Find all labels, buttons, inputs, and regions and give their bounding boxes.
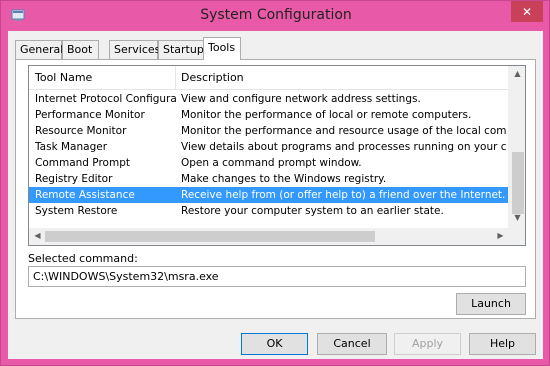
list-item[interactable]: Internet Protocol Configurat... View and…: [29, 91, 509, 107]
list-item-selected[interactable]: Remote Assistance Receive help from (or …: [29, 187, 509, 203]
close-button[interactable]: ✕: [511, 1, 543, 22]
list-item[interactable]: Performance Monitor Monitor the performa…: [29, 107, 509, 123]
list-item[interactable]: Command Prompt Open a command prompt win…: [29, 155, 509, 171]
tool-description: Monitor the performance of local or remo…: [181, 109, 472, 121]
scroll-right-arrow-icon[interactable]: ▶: [492, 231, 509, 240]
selected-command-label: Selected command:: [28, 252, 138, 265]
selected-command-field[interactable]: C:\WINDOWS\System32\msra.exe: [28, 266, 526, 287]
dialog-client-area: General Boot Services Startup Tools Tool…: [8, 31, 543, 359]
tab-startup[interactable]: Startup: [158, 40, 204, 59]
tool-description: Make changes to the Windows registry.: [181, 173, 387, 185]
tab-boot[interactable]: Boot: [62, 40, 99, 59]
vertical-scroll-thumb[interactable]: [512, 152, 524, 214]
tool-name: System Restore: [35, 205, 118, 217]
tool-description: View and configure network address setti…: [181, 93, 421, 105]
tool-name: Task Manager: [35, 141, 108, 153]
tool-description: Monitor the performance and resource usa…: [181, 125, 507, 137]
tool-name: Command Prompt: [35, 157, 130, 169]
list-item[interactable]: Registry Editor Make changes to the Wind…: [29, 171, 509, 187]
tool-name: Registry Editor: [35, 173, 113, 185]
list-item[interactable]: System Restore Restore your computer sys…: [29, 203, 509, 219]
launch-button[interactable]: Launch: [456, 293, 526, 315]
tool-description: Receive help from (or offer help to) a f…: [181, 189, 506, 201]
list-item[interactable]: Task Manager View details about programs…: [29, 139, 509, 155]
tool-name: Internet Protocol Configurat...: [35, 93, 177, 105]
tool-name: Resource Monitor: [35, 125, 127, 137]
apply-button[interactable]: Apply: [394, 333, 461, 355]
horizontal-scroll-thumb[interactable]: [45, 231, 375, 242]
tab-services[interactable]: Services: [109, 40, 160, 59]
column-header-tool-name[interactable]: Tool Name: [29, 66, 175, 90]
tools-list[interactable]: Tool Name Description Internet Protocol …: [28, 65, 526, 246]
tool-description: View details about programs and processe…: [181, 141, 507, 153]
title-bar[interactable]: System Configuration ✕: [1, 1, 550, 31]
tool-name: Performance Monitor: [35, 109, 145, 121]
help-button[interactable]: Help: [469, 333, 536, 355]
scroll-down-arrow-icon[interactable]: ▼: [509, 213, 525, 222]
tool-name: Remote Assistance: [35, 189, 135, 201]
column-header-description[interactable]: Description: [175, 66, 509, 90]
tool-description: Open a command prompt window.: [181, 157, 362, 169]
cancel-button[interactable]: Cancel: [317, 333, 387, 355]
tab-general[interactable]: General: [15, 40, 63, 59]
scroll-left-arrow-icon[interactable]: ◀: [29, 231, 46, 240]
vertical-scrollbar[interactable]: ▲ ▼: [508, 66, 525, 228]
list-item[interactable]: Resource Monitor Monitor the performance…: [29, 123, 509, 139]
tool-description: Restore your computer system to an earli…: [181, 205, 444, 217]
tools-list-header: Tool Name Description: [29, 66, 509, 90]
window-title: System Configuration: [200, 7, 352, 23]
ok-button[interactable]: OK: [241, 333, 308, 355]
scrollbar-corner: [508, 228, 525, 245]
tab-tools[interactable]: Tools: [203, 37, 241, 60]
system-configuration-window: System Configuration ✕ General Boot Serv…: [0, 0, 550, 366]
tools-tab-panel: Tool Name Description Internet Protocol …: [15, 59, 536, 319]
horizontal-scrollbar[interactable]: ◀ ▶: [29, 228, 509, 245]
scroll-up-arrow-icon[interactable]: ▲: [509, 69, 525, 78]
